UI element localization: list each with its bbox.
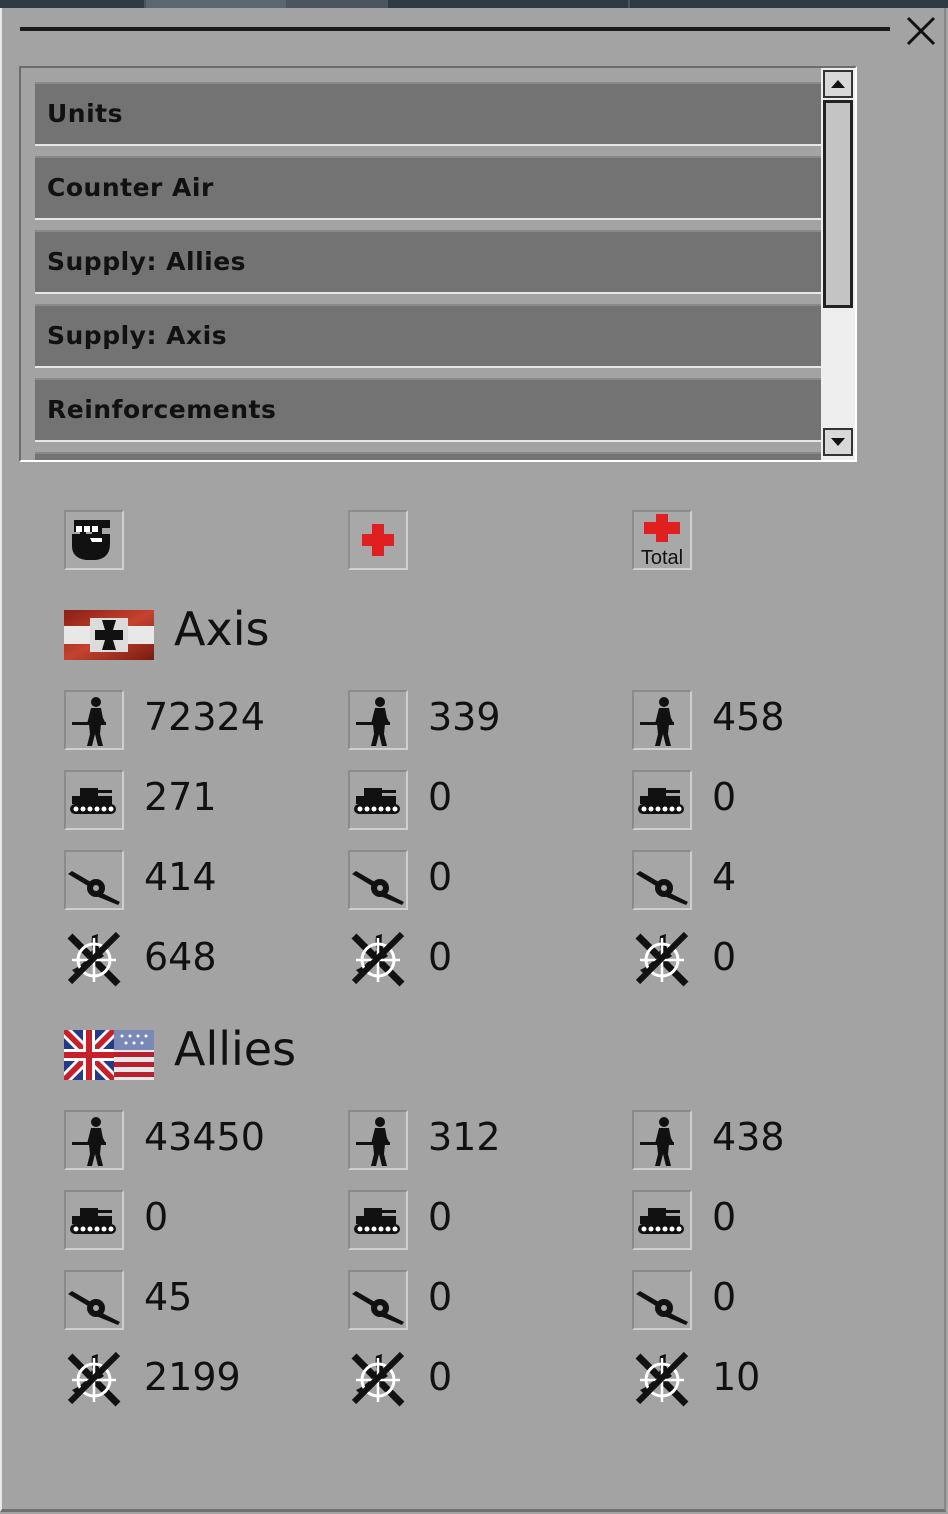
axis-aircraft-value: 0 [712, 935, 737, 979]
infantry-icon [348, 1110, 408, 1170]
axis-tank-value: 0 [712, 775, 737, 819]
list-item-supply-axis[interactable]: Supply: Axis [35, 304, 821, 368]
tank-icon [348, 770, 408, 830]
fist-icon [72, 520, 110, 560]
axis-artillery-value: 0 [428, 855, 453, 899]
aircraft-icon [348, 1350, 408, 1410]
total-casualties-column-button[interactable]: Total [632, 510, 692, 570]
artillery-icon [64, 1270, 124, 1330]
axis-aircraft-value: 0 [428, 935, 453, 979]
aircraft-icon [632, 930, 692, 990]
allies-artillery-value: 45 [144, 1275, 193, 1319]
axis-tank-value: 271 [144, 775, 217, 819]
top-strip [0, 0, 948, 8]
list-item-label: Supply: Allies [47, 247, 247, 276]
allies-infantry-value: 43450 [144, 1115, 265, 1159]
artillery-icon [348, 1270, 408, 1330]
artillery-icon [632, 1270, 692, 1330]
artillery-icon [348, 850, 408, 910]
axis-aircraft-value: 648 [144, 935, 217, 979]
axis-title: Axis [174, 602, 270, 656]
allies-tank-value: 0 [144, 1195, 169, 1239]
tank-icon [64, 770, 124, 830]
tank-icon [348, 1190, 408, 1250]
report-list[interactable]: Units Counter Air Supply: Allies Supply:… [19, 66, 857, 462]
infantry-icon [348, 690, 408, 750]
aircraft-icon [64, 930, 124, 990]
axis-flag [64, 610, 154, 660]
axis-artillery-value: 414 [144, 855, 217, 899]
allies-flag [64, 1030, 154, 1080]
red-cross-total-icon: Total [641, 514, 683, 568]
list-item-label: Reinforcements [47, 395, 277, 424]
list-item-counter-air[interactable]: Counter Air [35, 156, 821, 220]
tank-icon [64, 1190, 124, 1250]
axis-infantry-value: 72324 [144, 695, 265, 739]
casualties-column-button[interactable] [348, 510, 408, 570]
list-item-label: Counter Air [47, 173, 214, 202]
list-item-units[interactable]: Units [35, 82, 821, 146]
union-jack-stars-flag-icon [64, 1030, 154, 1080]
aircraft-icon [64, 1350, 124, 1410]
artillery-icon [64, 850, 124, 910]
close-icon [906, 16, 936, 46]
close-button[interactable] [900, 12, 940, 52]
arrow-up-icon [831, 80, 845, 88]
list-item-reinforcements[interactable]: Reinforcements [35, 378, 821, 442]
iron-cross-flag-icon [64, 610, 154, 660]
allies-artillery-value: 0 [428, 1275, 453, 1319]
axis-infantry-value: 339 [428, 695, 501, 739]
title-bar-line [20, 27, 890, 31]
allies-aircraft-value: 10 [712, 1355, 761, 1399]
axis-tank-value: 0 [428, 775, 453, 819]
allies-aircraft-value: 2199 [144, 1355, 241, 1399]
artillery-icon [632, 850, 692, 910]
axis-artillery-value: 4 [712, 855, 737, 899]
red-cross-icon [362, 524, 394, 556]
allies-tank-value: 0 [712, 1195, 737, 1239]
list-item-label: Supply: Axis [47, 321, 228, 350]
arrow-down-icon [831, 438, 845, 446]
list-item-label: Units [47, 99, 123, 128]
allies-infantry-value: 438 [712, 1115, 785, 1159]
allies-tank-value: 0 [428, 1195, 453, 1239]
svg-text:Total: Total [641, 547, 683, 568]
scroll-down-button[interactable] [823, 428, 853, 456]
aircraft-icon [348, 930, 408, 990]
statistics-panel: Units Counter Air Supply: Allies Supply:… [0, 0, 948, 1514]
allies-infantry-value: 312 [428, 1115, 501, 1159]
allies-artillery-value: 0 [712, 1275, 737, 1319]
tank-icon [632, 770, 692, 830]
scroll-up-button[interactable] [823, 70, 853, 98]
list-item-supply-allies[interactable]: Supply: Allies [35, 230, 821, 294]
infantry-icon [632, 1110, 692, 1170]
axis-infantry-value: 458 [712, 695, 785, 739]
infantry-icon [632, 690, 692, 750]
combat-losses-column-button[interactable] [64, 510, 124, 570]
infantry-icon [64, 1110, 124, 1170]
allies-aircraft-value: 0 [428, 1355, 453, 1399]
tank-icon [632, 1190, 692, 1250]
infantry-icon [64, 690, 124, 750]
scroll-thumb[interactable] [823, 100, 853, 308]
list-item-partial[interactable] [35, 452, 821, 460]
aircraft-icon [632, 1350, 692, 1410]
allies-title: Allies [174, 1022, 297, 1076]
list-scrollbar[interactable] [821, 68, 855, 460]
